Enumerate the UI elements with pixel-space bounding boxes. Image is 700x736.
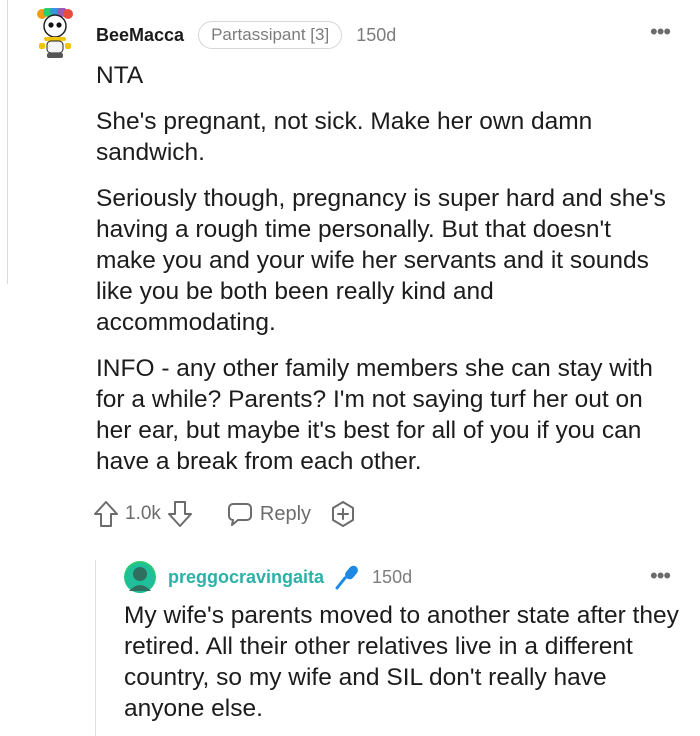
user-flair: Partassipant [3] <box>198 21 343 49</box>
upvote-arrow-icon[interactable] <box>93 500 119 528</box>
more-dots-icon[interactable]: ••• <box>650 21 671 43</box>
comment-timestamp: 150d <box>356 24 397 45</box>
vote-count: 1.0k <box>125 503 161 524</box>
comment-paragraph: She's pregnant, not sick. Make her own d… <box>96 108 593 166</box>
more-dots-icon[interactable]: ••• <box>650 565 671 587</box>
comment-paragraph: Seriously though, pregnancy is super har… <box>96 185 666 336</box>
downvote-arrow-icon[interactable] <box>167 500 193 528</box>
comment-paragraph: INFO - any other family members she can … <box>96 355 653 475</box>
comment-body: NTA She's pregnant, not sick. Make her o… <box>96 60 676 492</box>
reply-label: Reply <box>259 502 312 525</box>
comment-header: BeeMacca Partassipant [3] 150d <box>96 20 396 50</box>
microphone-icon <box>335 565 358 590</box>
reply-avatar[interactable] <box>124 561 156 593</box>
reply-button[interactable]: Reply <box>227 501 311 527</box>
reply-text: My wife's parents moved to another state… <box>124 602 679 722</box>
user-avatar[interactable] <box>34 8 76 60</box>
comment-actions: 1.0k Reply <box>93 498 357 530</box>
reply-thread-line[interactable] <box>95 560 96 736</box>
comment-username[interactable]: BeeMacca <box>96 25 184 46</box>
reply-timestamp: 150d <box>372 566 413 587</box>
comment-paragraph: NTA <box>96 62 144 89</box>
speech-bubble-icon <box>227 503 252 526</box>
award-plus-icon[interactable] <box>329 500 357 528</box>
reply-username[interactable]: preggocravingaita <box>168 567 324 588</box>
reply-body: My wife's parents moved to another state… <box>124 600 684 724</box>
reply-header: preggocravingaita 150d <box>124 561 413 593</box>
thread-indent-line[interactable] <box>3 0 8 284</box>
